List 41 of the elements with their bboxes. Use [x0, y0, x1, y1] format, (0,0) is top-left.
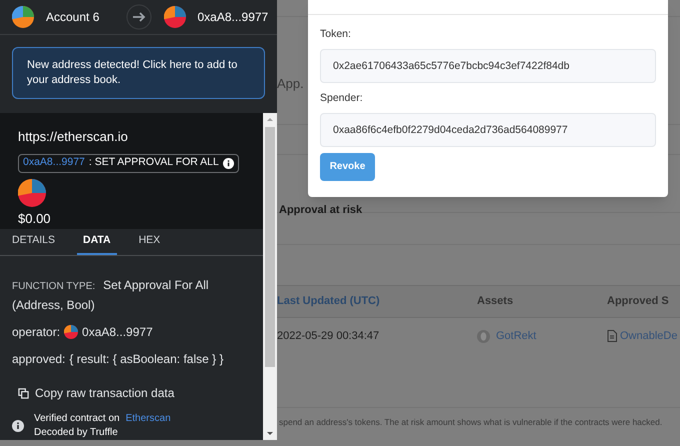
input-field[interactable]: 0xaa86f6c4efb0f2279d04ceda2d736ad564089977 — [320, 112, 656, 146]
parameter-value: 0xaA8...9977 — [82, 324, 153, 341]
document-icon — [607, 330, 617, 342]
contract-address-link[interactable]: 0xaA8...9977 — [23, 155, 85, 171]
decoded-text: Decoded by Truffle — [34, 426, 119, 440]
parameter-name: approved: — [12, 351, 66, 368]
input-field[interactable]: 0x2ae61706433a65c5776e7bcbc94c3ef7422f84db — [320, 48, 656, 83]
field-label: Spender: — [320, 90, 364, 106]
function-type: FUNCTION TYPE: Set Approval For All (Address, Bool) — [12, 277, 210, 314]
section-title: Approval at risk — [279, 204, 362, 216]
table-cell-text: 2022-05-29 00:34:47 — [277, 328, 380, 344]
arrow-right-icon — [126, 4, 152, 30]
origin-url: https://etherscan.io — [18, 128, 128, 146]
footer-note: spend an address's tokens. The at risk amount shows what is vulnerable if the contracts were hacked. — [278, 416, 664, 429]
notice-banner[interactable]: New address detected! Click here to add to your address book. — [12, 47, 265, 99]
page-heading: App. — [277, 76, 304, 91]
etherscan-link[interactable]: Etherscan — [126, 412, 171, 426]
tab[interactable]: DETAILS — [12, 229, 55, 255]
scrollbar[interactable] — [263, 113, 277, 440]
copy-data-button[interactable]: Copy raw transaction data — [18, 384, 174, 402]
account-name: Account 6 — [46, 9, 100, 26]
field-label: Token: — [320, 27, 352, 42]
tab[interactable]: DATA — [76, 229, 117, 255]
token-icon — [477, 330, 490, 342]
column-header: Assets — [477, 294, 514, 310]
scrollbar-thumb[interactable] — [265, 127, 275, 367]
avatar-icon — [12, 6, 34, 28]
info-icon — [12, 420, 24, 432]
avatar-icon — [64, 325, 78, 339]
parameter-value: { result: { asBoolean: false } } — [69, 351, 224, 368]
method-name: : SET APPROVAL FOR ALL — [88, 155, 219, 170]
column-header: Approved S — [607, 294, 670, 310]
avatar-icon — [18, 178, 46, 206]
tab[interactable]: HEX — [138, 229, 160, 255]
recipient-address: 0xaA8...9977 — [198, 9, 268, 26]
amount: $0.00 — [18, 210, 51, 228]
copy-icon — [18, 388, 29, 398]
info-icon — [222, 158, 234, 168]
verified-text: Verified contract on — [34, 412, 120, 426]
parameter-name: operator: — [12, 324, 60, 341]
avatar-icon — [164, 6, 186, 28]
